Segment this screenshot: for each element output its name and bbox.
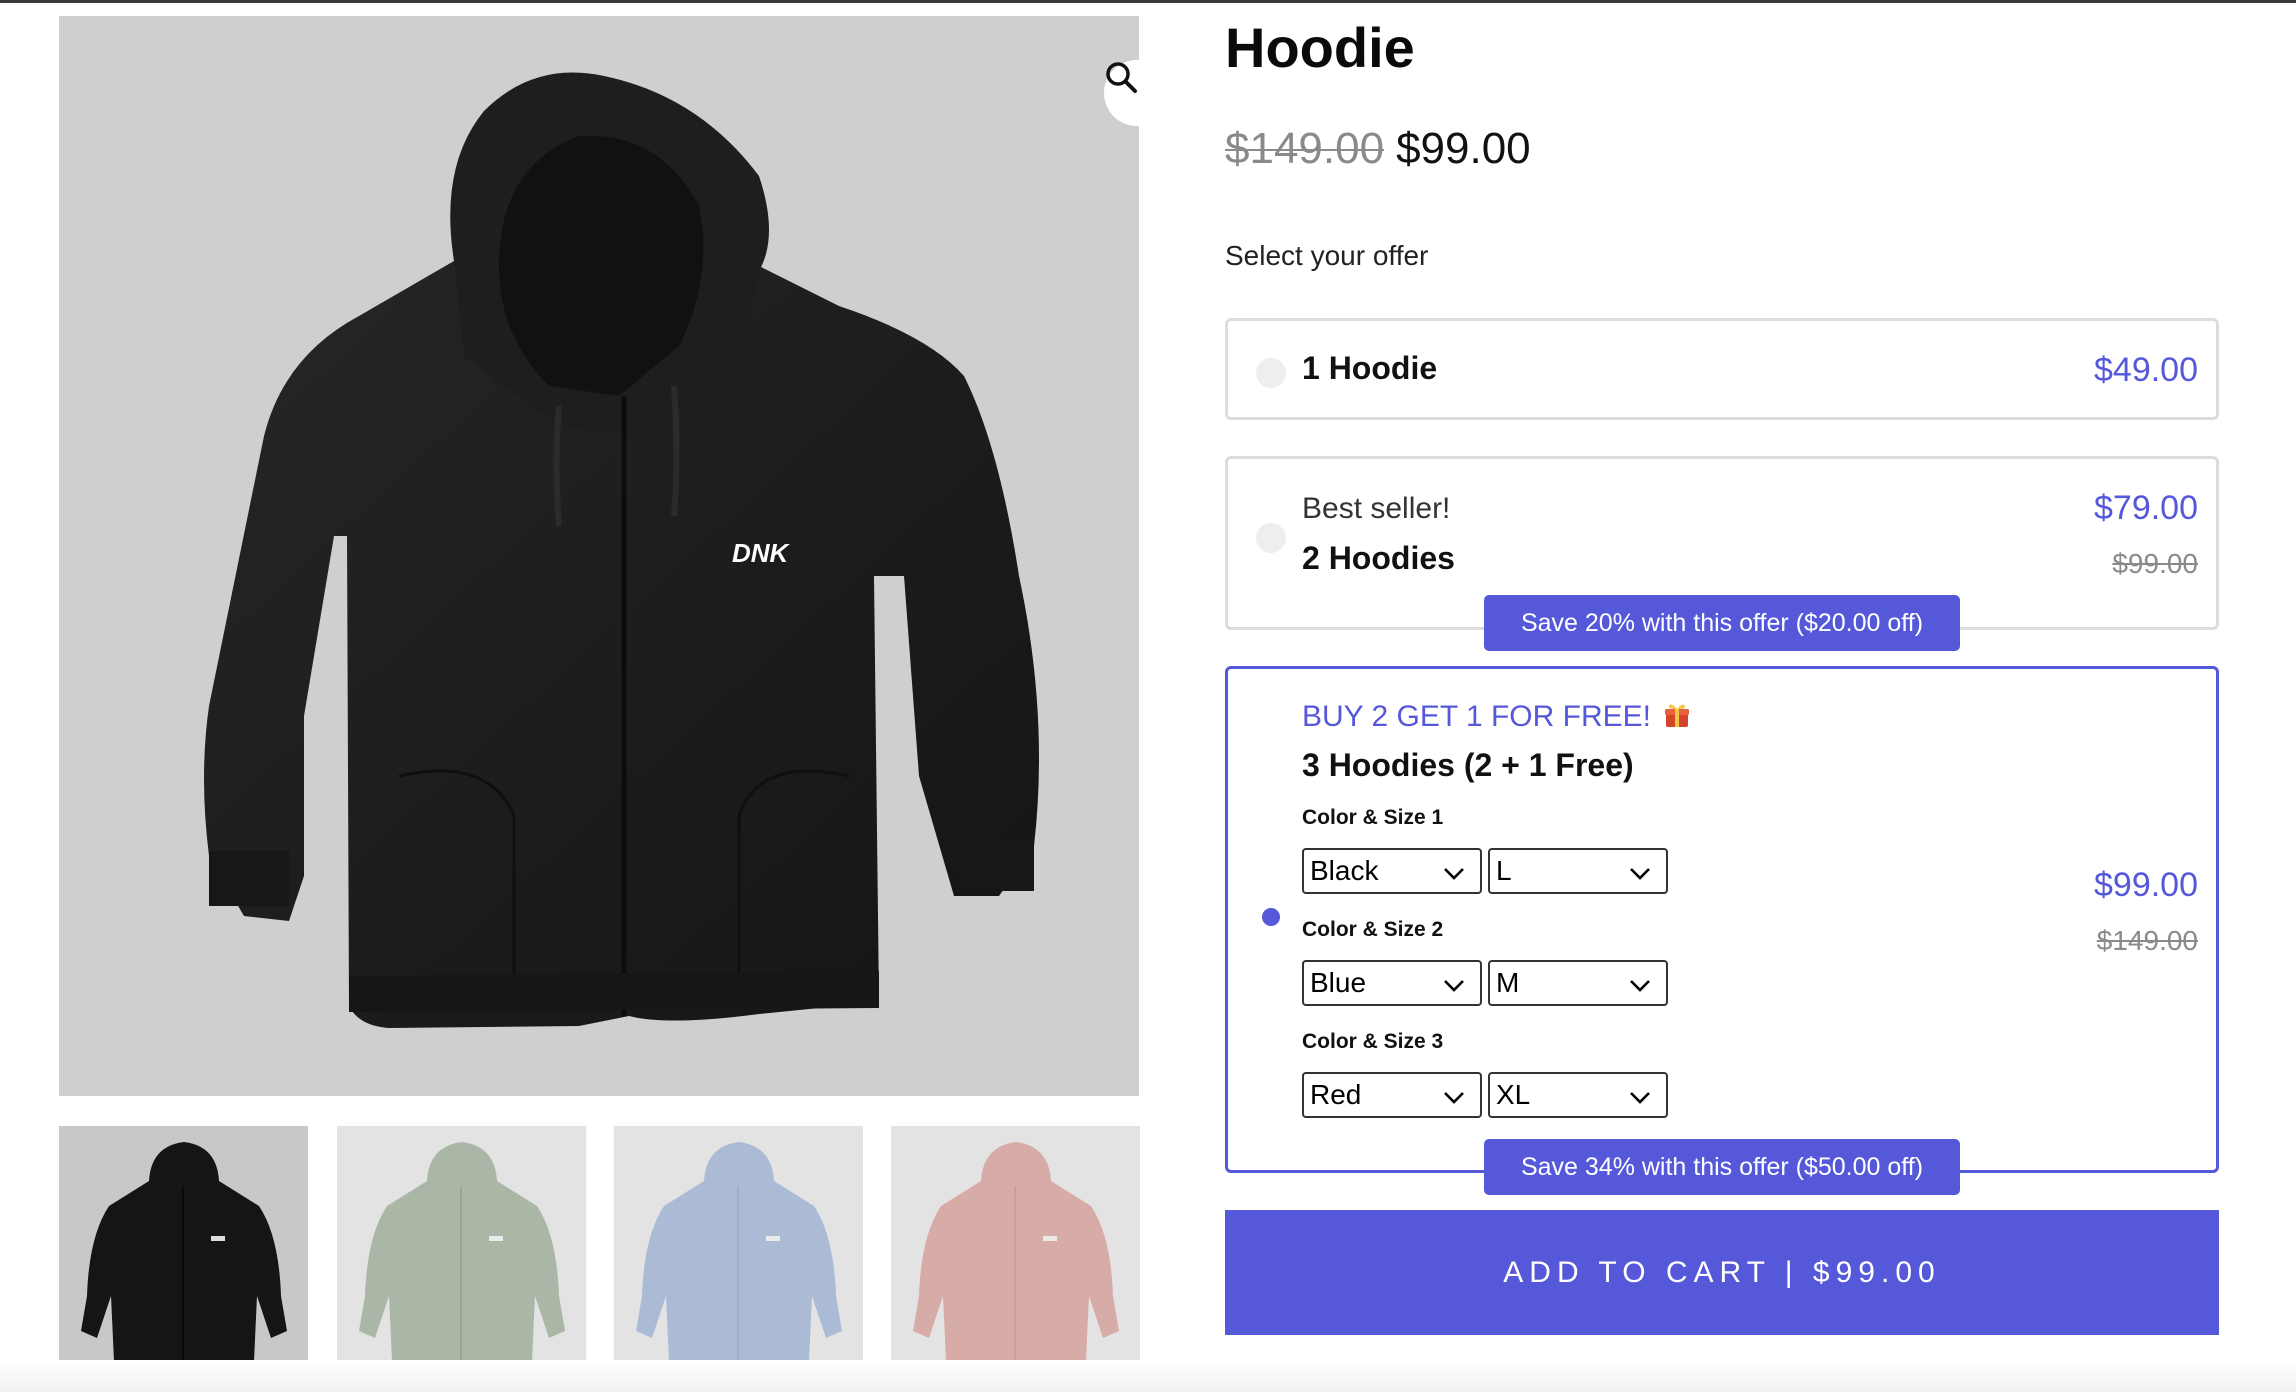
size-select-value: XL	[1496, 1079, 1531, 1110]
size-select-1[interactable]: L	[1488, 848, 1668, 894]
price-row: $149.00 $99.00	[1225, 118, 1531, 180]
add-to-cart-button[interactable]: ADD TO CART | $99.00	[1225, 1210, 2219, 1335]
save-badge-3: Save 34% with this offer ($50.00 off)	[1484, 1139, 1960, 1195]
chevron-down-icon	[1628, 972, 1652, 1004]
thumbnail-sage[interactable]	[337, 1126, 586, 1376]
main-product-image[interactable]: DNK	[59, 16, 1139, 1096]
gift-icon	[1663, 700, 1691, 740]
size-select-value: L	[1496, 855, 1512, 886]
hoodie-thumbnail-image	[359, 1142, 565, 1361]
offer-card-3[interactable]: BUY 2 GET 1 FOR FREE! 3 Hoodies (2 + 1 F…	[1225, 666, 2219, 1173]
size-select-2[interactable]: M	[1488, 960, 1668, 1006]
size-select-3[interactable]: XL	[1488, 1072, 1668, 1118]
offer-label: 2 Hoodies	[1302, 540, 1455, 576]
chevron-down-icon	[1442, 1084, 1466, 1116]
save-badge-2: Save 20% with this offer ($20.00 off)	[1484, 595, 1960, 651]
offer-label: 3 Hoodies (2 + 1 Free)	[1302, 747, 1634, 783]
thumbnail-pink[interactable]	[891, 1126, 1140, 1376]
hoodie-thumbnail-image	[913, 1142, 1119, 1361]
offer-price: $79.00	[2094, 489, 2198, 527]
offer-tag: Best seller!	[1302, 492, 1451, 525]
variant-label-2: Color & Size 2	[1302, 918, 1444, 941]
offer-radio-3[interactable]	[1256, 902, 1286, 932]
color-select-value: Blue	[1310, 967, 1367, 998]
brand-logo: DNK	[732, 538, 791, 568]
offer-label: 1 Hoodie	[1302, 350, 1438, 386]
color-select-2[interactable]: Blue	[1302, 960, 1482, 1006]
page-bottom-edge	[0, 1360, 2296, 1392]
thumbnail-blue[interactable]	[614, 1126, 863, 1376]
sale-price: $99.00	[1396, 124, 1531, 173]
offer-price: $49.00	[2094, 351, 2198, 389]
offer-heading: Select your offer	[1225, 240, 1429, 271]
offer-tag-text: BUY 2 GET 1 FOR FREE!	[1302, 700, 1651, 733]
variant-label-3: Color & Size 3	[1302, 1030, 1444, 1053]
chevron-down-icon	[1442, 972, 1466, 1004]
color-select-value: Black	[1310, 855, 1379, 886]
offer-compare-price: $99.00	[2112, 548, 2198, 579]
size-select-value: M	[1496, 967, 1520, 998]
color-select-3[interactable]: Red	[1302, 1072, 1482, 1118]
chevron-down-icon	[1442, 860, 1466, 892]
hoodie-thumbnail-image	[81, 1142, 287, 1361]
variant-label-1: Color & Size 1	[1302, 806, 1444, 829]
offer-radio-1[interactable]	[1256, 358, 1286, 388]
chevron-down-icon	[1628, 860, 1652, 892]
offer-card-1[interactable]: 1 Hoodie $49.00	[1225, 318, 2219, 420]
offer-tag: BUY 2 GET 1 FOR FREE!	[1302, 697, 1691, 740]
hoodie-illustration: DNK	[204, 72, 1039, 1028]
offer-radio-2[interactable]	[1256, 523, 1286, 553]
compare-at-price: $149.00	[1225, 124, 1385, 173]
top-border	[0, 0, 2296, 3]
color-select-value: Red	[1310, 1079, 1362, 1110]
offer-price: $99.00	[2094, 866, 2198, 904]
chevron-down-icon	[1628, 1084, 1652, 1116]
thumbnail-black[interactable]	[59, 1126, 308, 1376]
hoodie-thumbnail-image	[636, 1142, 842, 1361]
offer-compare-price: $149.00	[2096, 925, 2198, 956]
color-select-1[interactable]: Black	[1302, 848, 1482, 894]
product-title: Hoodie	[1225, 16, 1415, 79]
